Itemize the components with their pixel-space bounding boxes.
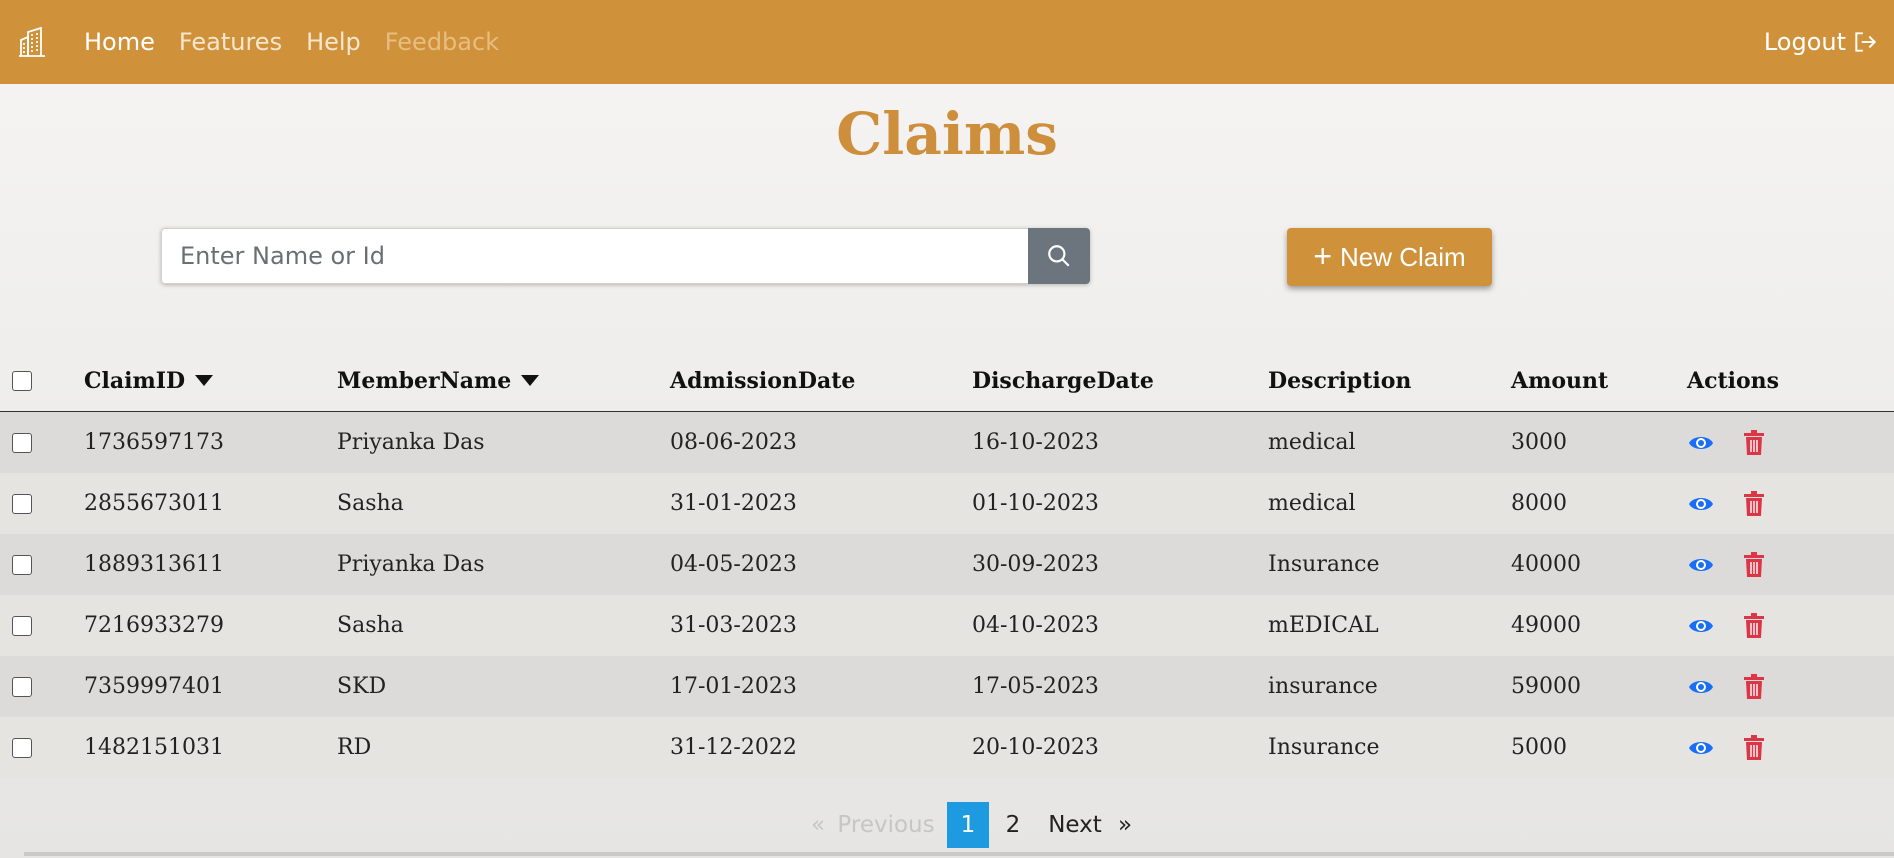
logout-icon [1855,32,1877,52]
row-checkbox[interactable] [12,554,32,575]
buildings-icon[interactable] [16,26,48,58]
cell-claimid: 2855673011 [84,491,224,516]
eye-icon[interactable] [1688,615,1714,637]
table-row: 2855673011 Sasha 31-01-2023 01-10-2023 m… [0,473,1894,534]
cell-amount: 40000 [1511,552,1581,577]
trash-icon[interactable] [1743,551,1765,578]
sort-caret-down-icon[interactable] [195,375,214,386]
cell-dischargedate: 01-10-2023 [972,491,1099,516]
header-claimid[interactable]: ClaimID [84,350,214,411]
table-row: 7216933279 Sasha 31-03-2023 04-10-2023 m… [0,595,1894,656]
header-dischargedate: DischargeDate [972,367,1154,394]
cell-admissiondate: 04-05-2023 [670,552,797,577]
cell-admissiondate: 31-01-2023 [670,491,797,516]
page-title: Claims [836,100,1058,168]
cell-admissiondate: 08-06-2023 [670,430,797,455]
cell-membername: Sasha [337,613,404,638]
eye-icon[interactable] [1688,737,1714,759]
table-row: 1482151031 RD 31-12-2022 20-10-2023 Insu… [0,717,1894,778]
select-all-checkbox[interactable] [12,370,32,391]
row-checkbox[interactable] [12,676,32,697]
row-checkbox[interactable] [12,737,32,758]
trash-icon[interactable] [1743,612,1765,639]
cell-membername: Priyanka Das [337,430,485,455]
cell-description: medical [1268,491,1356,516]
pagination: « Previous 1 2 Next » [0,802,1894,848]
nav-links: Home Features Help Feedback [84,0,499,84]
logout-label: Logout [1763,28,1846,56]
new-claim-button[interactable]: + New Claim [1287,228,1492,286]
eye-icon[interactable] [1688,432,1714,454]
nav-link-features[interactable]: Features [179,28,282,56]
header-amount: Amount [1511,367,1609,394]
cell-claimid: 7216933279 [84,613,224,638]
pagination-previous[interactable]: Previous [837,802,934,848]
cell-membername: RD [337,735,372,760]
cell-claimid: 7359997401 [84,674,224,699]
cell-dischargedate: 16-10-2023 [972,430,1099,455]
search-bar [161,228,1090,284]
table-row: 1736597173 Priyanka Das 08-06-2023 16-10… [0,412,1894,473]
row-checkbox[interactable] [12,432,32,453]
cell-dischargedate: 30-09-2023 [972,552,1099,577]
cell-membername: Sasha [337,491,404,516]
cell-membername: SKD [337,674,387,699]
cell-dischargedate: 20-10-2023 [972,735,1099,760]
horizontal-scrollbar[interactable] [24,852,1894,856]
cell-dischargedate: 17-05-2023 [972,674,1099,699]
cell-description: insurance [1268,674,1378,699]
plus-icon: + [1313,237,1332,274]
table-header: ClaimID MemberName AdmissionDate Dischar… [0,350,1894,412]
table-row: 7359997401 SKD 17-01-2023 17-05-2023 ins… [0,656,1894,717]
cell-amount: 3000 [1511,430,1567,455]
trash-icon[interactable] [1743,673,1765,700]
pagination-first[interactable]: « [808,802,828,848]
cell-amount: 59000 [1511,674,1581,699]
header-description: Description [1268,367,1412,394]
cell-amount: 5000 [1511,735,1567,760]
pagination-next[interactable]: Next [1045,802,1105,848]
row-checkbox[interactable] [12,615,32,636]
cell-claimid: 1889313611 [84,552,224,577]
nav-link-help[interactable]: Help [306,28,361,56]
table-body: 1736597173 Priyanka Das 08-06-2023 16-10… [0,412,1894,778]
pagination-page-1[interactable]: 1 [947,802,989,848]
nav-link-home[interactable]: Home [84,28,155,56]
claims-table: ClaimID MemberName AdmissionDate Dischar… [0,350,1894,778]
cell-claimid: 1482151031 [84,735,224,760]
cell-admissiondate: 31-12-2022 [670,735,797,760]
cell-membername: Priyanka Das [337,552,485,577]
trash-icon[interactable] [1743,429,1765,456]
search-input[interactable] [161,228,1028,284]
top-navbar: Home Features Help Feedback Logout [0,0,1894,84]
pagination-last[interactable]: » [1114,802,1136,848]
eye-icon[interactable] [1688,493,1714,515]
cell-claimid: 1736597173 [84,430,224,455]
logout-button[interactable]: Logout [1764,0,1878,84]
search-icon [1048,245,1070,267]
cell-description: mEDICAL [1268,613,1379,638]
trash-icon[interactable] [1743,734,1765,761]
cell-amount: 8000 [1511,491,1567,516]
cell-admissiondate: 17-01-2023 [670,674,797,699]
cell-description: Insurance [1268,552,1380,577]
cell-admissiondate: 31-03-2023 [670,613,797,638]
trash-icon[interactable] [1743,490,1765,517]
cell-description: medical [1268,430,1356,455]
cell-description: Insurance [1268,735,1380,760]
new-claim-label: New Claim [1340,241,1466,272]
cell-dischargedate: 04-10-2023 [972,613,1099,638]
header-membername[interactable]: MemberName [337,350,540,411]
nav-link-feedback[interactable]: Feedback [385,28,499,56]
table-row: 1889313611 Priyanka Das 04-05-2023 30-09… [0,534,1894,595]
sort-caret-down-icon[interactable] [521,375,540,386]
header-actions: Actions [1687,367,1780,394]
eye-icon[interactable] [1688,554,1714,576]
pagination-page-2[interactable]: 2 [993,802,1033,848]
eye-icon[interactable] [1688,676,1714,698]
cell-amount: 49000 [1511,613,1581,638]
search-button[interactable] [1028,228,1090,284]
header-admissiondate: AdmissionDate [670,367,856,394]
row-checkbox[interactable] [12,493,32,514]
